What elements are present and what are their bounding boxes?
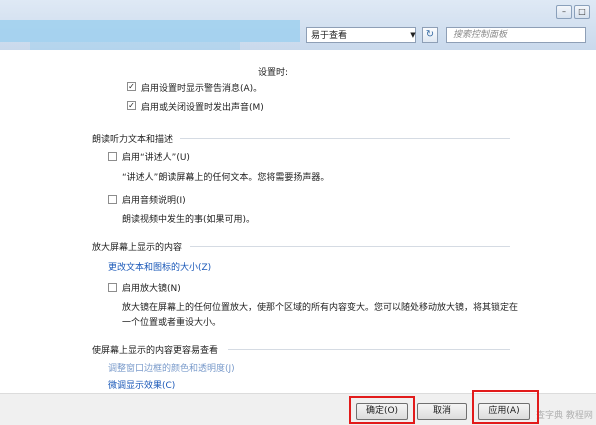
window-color-link[interactable]: 调整窗口边框的颜色和透明度(J) (108, 361, 235, 374)
narrator-checkbox[interactable] (108, 152, 117, 161)
warning-checkbox-label: 启用设置时显示警告消息(A)。 (141, 84, 263, 94)
separator (180, 138, 510, 139)
sound-checkbox[interactable]: ✓ (127, 101, 136, 110)
separator (190, 246, 510, 247)
audio-description-label: 启用音频说明(I) (122, 196, 186, 206)
sound-checkbox-label: 启用或关闭设置时发出声音(M) (141, 103, 264, 113)
magnifier-checkbox-label: 启用放大镜(N) (122, 284, 181, 294)
audio-description-checkbox[interactable] (108, 195, 117, 204)
blurred-title-shadow (30, 42, 240, 50)
warning-checkbox[interactable]: ✓ (127, 82, 136, 91)
search-placeholder: 搜索控制面板 (453, 30, 508, 40)
address-bar-text: 易于查看 (311, 31, 348, 41)
narrator-checkbox-label: 启用“讲述人”(U) (122, 153, 190, 163)
blurred-title (0, 20, 300, 42)
title-bar: – □ 易于查看 ▼ ↻ 搜索控制面板 (0, 0, 596, 50)
narration-section-title: 朗读听力文本和描述 (92, 135, 174, 145)
magnifier-description-line2: 一个位置或者重设大小。 (122, 318, 222, 328)
main-content: 设置时: ✓ 启用设置时显示警告消息(A)。 ✓ 启用或关闭设置时发出声音(M)… (0, 50, 596, 393)
address-bar[interactable]: 易于查看 (306, 27, 416, 43)
maximize-icon[interactable]: □ (574, 5, 590, 19)
fine-tune-display-link[interactable]: 微调显示效果(C) (108, 378, 175, 391)
watermark: 查字典 教程网 (536, 411, 593, 421)
magnifier-description-line1: 放大镜在屏幕上的任何位置放大，使那个区域的所有内容变大。您可以随处移动放大镜，将… (122, 303, 519, 313)
magnify-section-title: 放大屏幕上显示的内容 (92, 243, 183, 253)
visibility-section-title: 使屏幕上显示的内容更容易查看 (92, 346, 219, 356)
refresh-icon[interactable]: ↻ (422, 27, 438, 43)
text-size-link[interactable]: 更改文本和图标的大小(Z) (108, 260, 211, 273)
search-input[interactable]: 搜索控制面板 (446, 27, 586, 43)
partial-heading: 设置时: (258, 68, 289, 78)
audio-description-text: 朗读视频中发生的事(如果可用)。 (122, 215, 256, 225)
apply-button-highlight (472, 390, 539, 424)
magnifier-checkbox[interactable] (108, 283, 117, 292)
separator (228, 349, 510, 350)
ok-button-highlight (349, 396, 415, 424)
chevron-down-icon[interactable]: ▼ (408, 28, 418, 42)
minimize-icon[interactable]: – (556, 5, 572, 19)
narrator-description: “讲述人”朗读屏幕上的任何文本。您将需要扬声器。 (122, 173, 330, 183)
cancel-button[interactable]: 取消 (417, 403, 467, 420)
